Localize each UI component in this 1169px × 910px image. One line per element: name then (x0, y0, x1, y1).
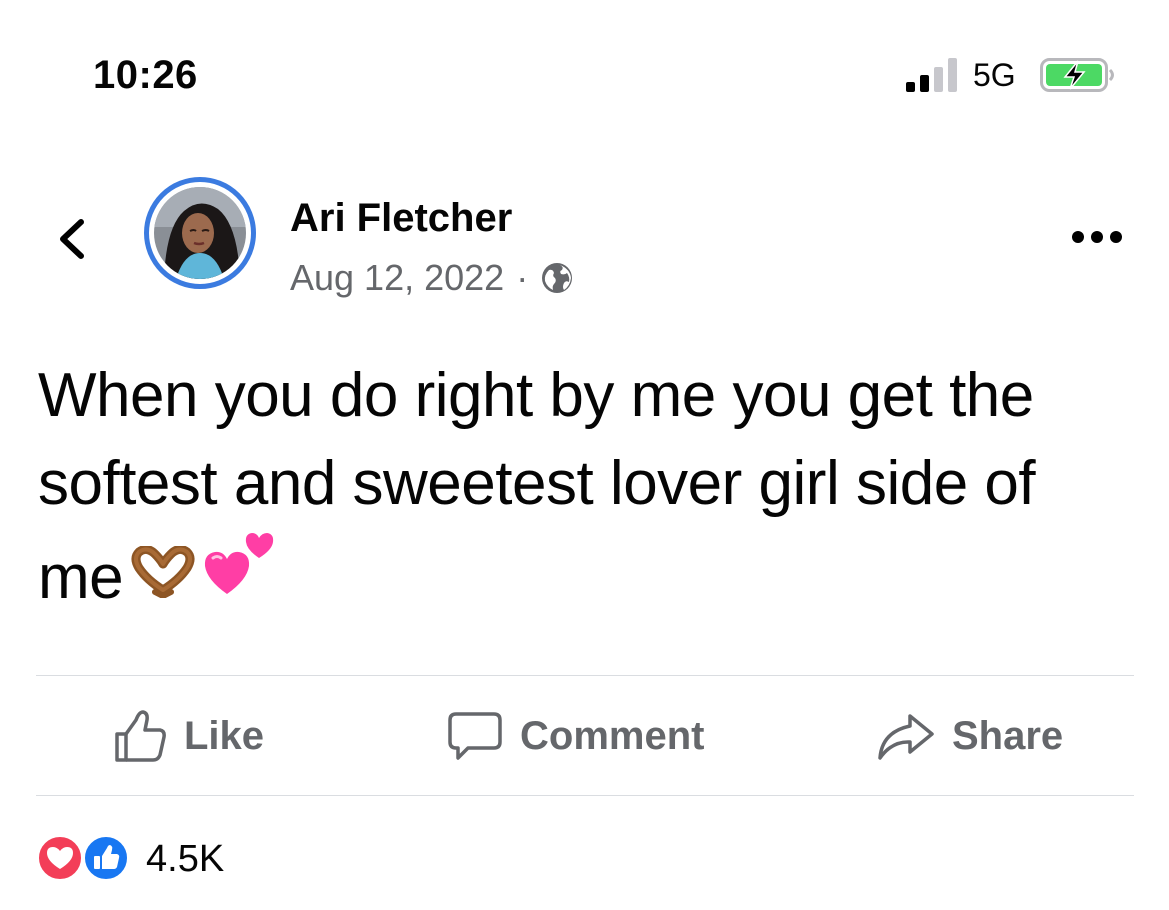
comment-label: Comment (520, 713, 705, 758)
like-button[interactable]: Like (112, 704, 264, 768)
reaction-count: 4.5K (146, 838, 225, 880)
network-type: 5G (973, 57, 1016, 93)
avatar-photo (154, 187, 246, 279)
more-options-icon[interactable] (1070, 224, 1124, 250)
post-meta: Aug 12, 2022 · (290, 255, 574, 301)
divider-bottom (36, 795, 1134, 796)
reactions-summary[interactable]: 4.5K (36, 834, 224, 884)
cellular-signal-icon (906, 58, 957, 92)
author-avatar[interactable] (144, 177, 256, 289)
status-time: 10:26 (93, 53, 198, 97)
author-name[interactable]: Ari Fletcher (290, 194, 512, 242)
love-reaction-icon (36, 834, 84, 882)
globe-icon (542, 263, 573, 293)
post-date[interactable]: Aug 12, 2022 (290, 255, 504, 301)
back-chevron-icon[interactable] (52, 210, 92, 266)
share-arrow-icon (878, 714, 934, 760)
reaction-icons (36, 834, 134, 884)
thumbs-up-icon (115, 710, 166, 762)
post-emojis (125, 528, 277, 598)
battery-charging-icon (1040, 58, 1114, 92)
heart-hands-emoji (131, 546, 195, 598)
like-reaction-icon (82, 834, 130, 882)
share-label: Share (952, 713, 1064, 758)
like-label: Like (184, 713, 265, 758)
two-hearts-emoji (205, 533, 274, 594)
comment-bubble-icon (448, 712, 502, 760)
share-button[interactable]: Share (876, 704, 1063, 768)
meta-separator: · (516, 257, 529, 298)
post-text: When you do right by me you get the soft… (38, 352, 1128, 622)
divider-top (36, 675, 1134, 676)
comment-button[interactable]: Comment (446, 704, 704, 768)
